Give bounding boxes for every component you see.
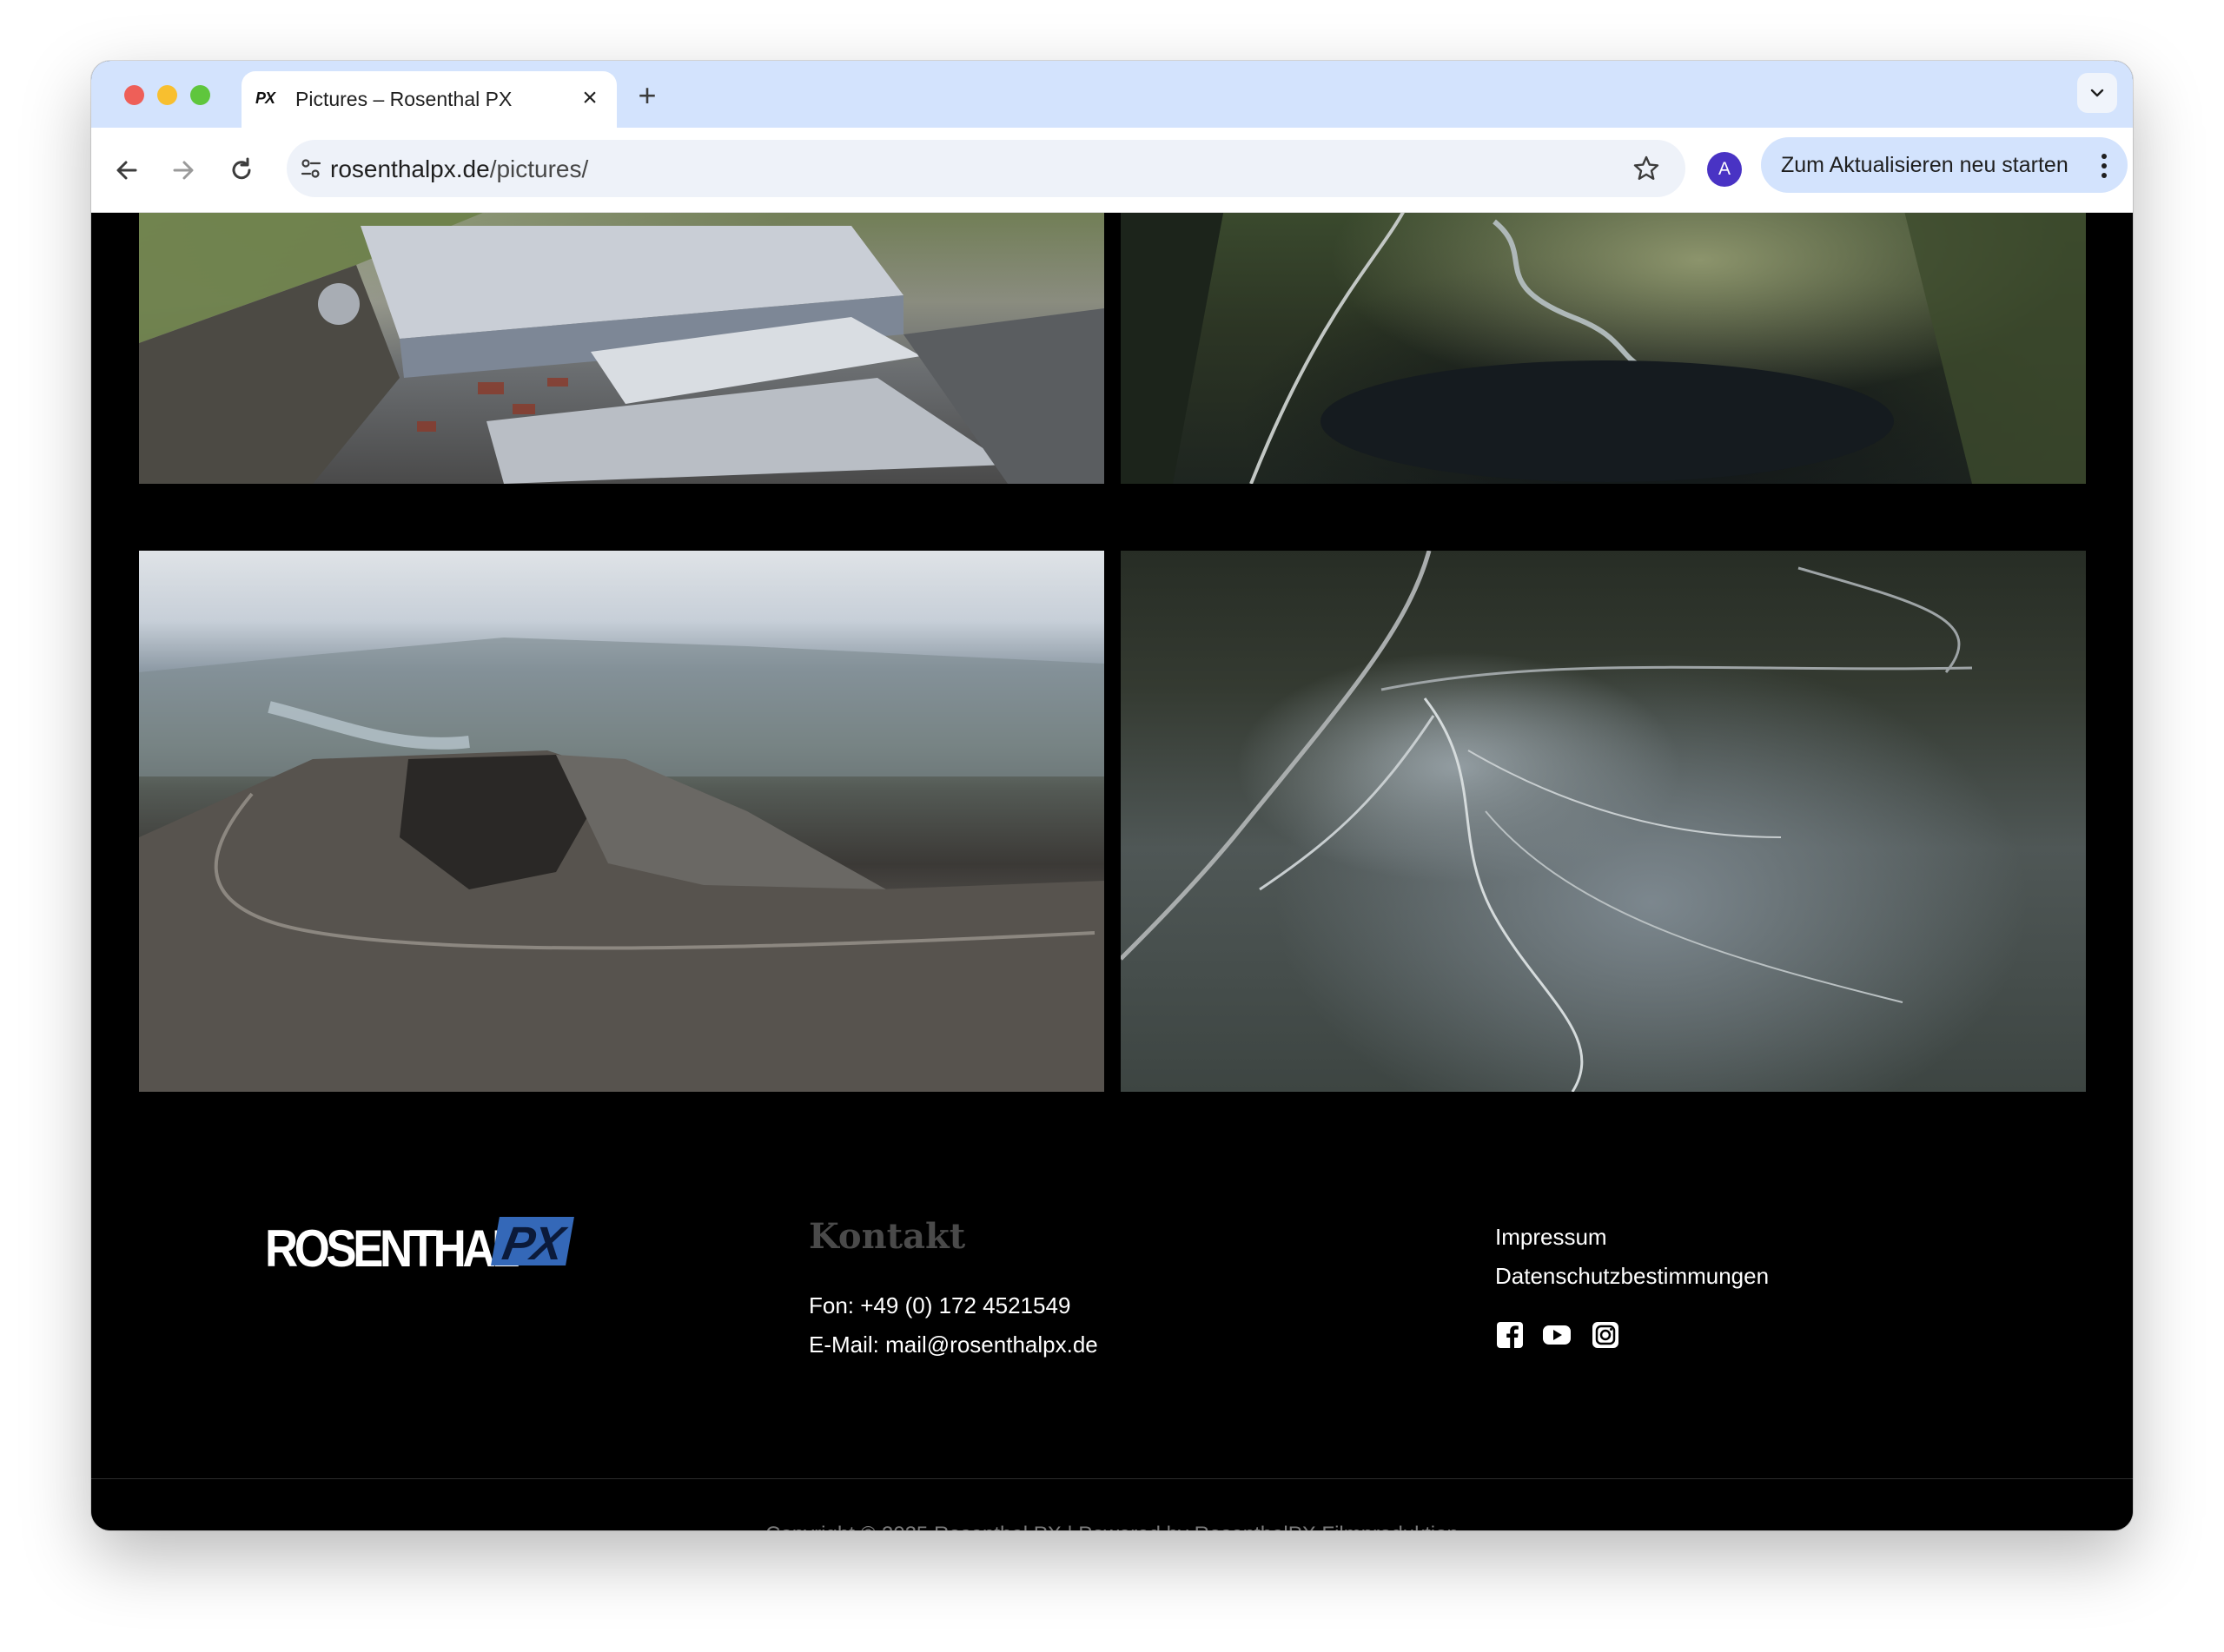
copyright-text: Copyright © 2025 Rosenthal PX | Powered … [91,1523,2133,1530]
arrow-right-icon [173,161,194,180]
logo-badge: PX [491,1217,574,1270]
instagram-icon[interactable] [1591,1320,1620,1350]
datenschutz-link[interactable]: Datenschutzbestimmungen [1495,1263,1769,1290]
facebook-icon[interactable] [1495,1320,1525,1350]
gallery-photo-warehouse[interactable] [139,213,1104,484]
footer-divider [91,1478,2133,1479]
address-bar[interactable]: rosenthalpx.de/pictures/ [287,140,1685,197]
warehouse-scene [139,213,1104,484]
tab-close-icon[interactable]: × [575,83,605,113]
minimize-window-button[interactable] [157,85,177,105]
footer-logo[interactable]: ROSENTHAL PX [265,1217,574,1278]
riverbed-scene [1121,551,1973,1092]
new-tab-button[interactable]: + [630,78,665,113]
site-settings-icon[interactable] [299,156,323,181]
gallery-photo-valley[interactable] [1121,213,2086,484]
kontakt-heading: Kontakt [809,1216,966,1257]
update-restart-label: Zum Aktualisieren neu starten [1781,153,2068,177]
close-window-button[interactable] [124,85,144,105]
browser-toolbar: rosenthalpx.de/pictures/ A Zum Aktualisi… [91,128,2133,213]
valley-scene [1121,213,2086,484]
update-restart-button[interactable]: Zum Aktualisieren neu starten [1761,137,2128,193]
tab-pictures[interactable]: PX Pictures – Rosenthal PX × [242,71,617,128]
maximize-window-button[interactable] [190,85,210,105]
impressum-link[interactable]: Impressum [1495,1224,1607,1251]
arrow-left-icon [116,161,137,180]
gallery-photo-mountain[interactable] [139,551,1104,1092]
contact-email[interactable]: E-Mail: mail@rosenthalpx.de [809,1332,1098,1358]
reload-icon [232,157,251,180]
mountain-scene [139,638,1104,1092]
page-content: ROSENTHAL PX Kontakt Fon: +49 (0) 172 45… [91,213,2133,1530]
gallery-photo-riverbed[interactable] [1121,551,2086,1092]
url-domain: rosenthalpx.de [330,155,490,182]
logo-wordmark: ROSENTHAL [265,1219,520,1278]
contact-phone: Fon: +49 (0) 172 4521549 [809,1292,1071,1318]
back-button[interactable] [110,154,143,187]
bookmark-star-icon[interactable] [1632,154,1661,183]
reload-button[interactable] [225,154,258,187]
browser-window: PX Pictures – Rosenthal PX × + rosenthal… [91,61,2133,1530]
youtube-icon[interactable] [1542,1320,1572,1350]
chevron-down-icon [2090,89,2104,97]
more-menu-icon[interactable] [2100,153,2108,179]
forward-button[interactable] [167,154,200,187]
tab-search-button[interactable] [2077,73,2117,113]
tab-strip: PX Pictures – Rosenthal PX × + [91,61,2133,128]
profile-avatar[interactable]: A [1707,152,1742,187]
url-text: rosenthalpx.de/pictures/ [330,155,588,183]
tab-title: Pictures – Rosenthal PX [295,88,513,110]
site-favicon-icon: PX [255,89,275,107]
url-path: /pictures/ [489,155,589,182]
